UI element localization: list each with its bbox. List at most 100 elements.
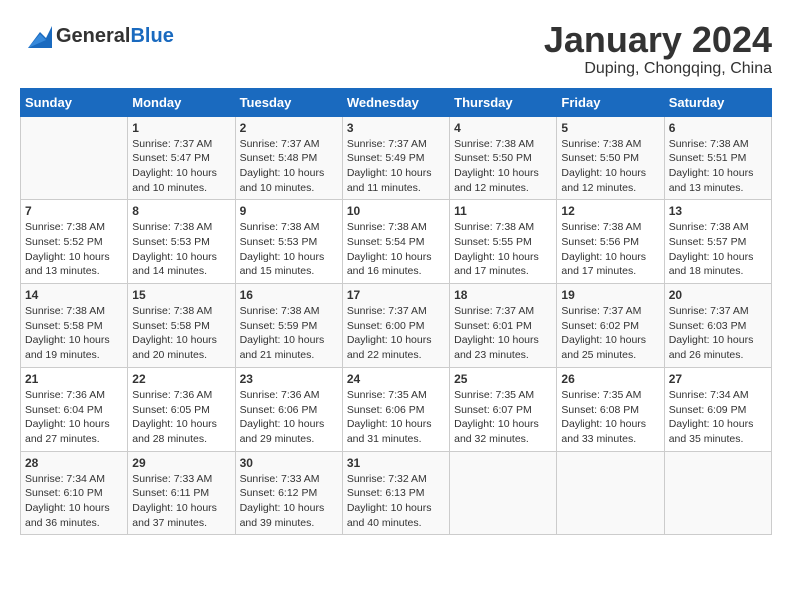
col-thursday: Thursday (450, 88, 557, 116)
day-number: 29 (132, 456, 230, 470)
calendar-cell-w2-d1: 8 Sunrise: 7:38 AMSunset: 5:53 PMDaylight… (128, 200, 235, 284)
day-info: Sunrise: 7:38 AMSunset: 5:51 PMDaylight:… (669, 137, 767, 196)
calendar-cell-w3-d5: 19 Sunrise: 7:37 AMSunset: 6:02 PMDayligh… (557, 284, 664, 368)
day-info: Sunrise: 7:38 AMSunset: 5:58 PMDaylight:… (132, 304, 230, 363)
col-sunday: Sunday (21, 88, 128, 116)
day-number: 26 (561, 372, 659, 386)
day-number: 9 (240, 204, 338, 218)
day-info: Sunrise: 7:33 AMSunset: 6:11 PMDaylight:… (132, 472, 230, 531)
page-header: GeneralBlue January 2024 Duping, Chongqi… (20, 20, 772, 78)
day-info: Sunrise: 7:35 AMSunset: 6:06 PMDaylight:… (347, 388, 445, 447)
day-number: 15 (132, 288, 230, 302)
day-number: 19 (561, 288, 659, 302)
calendar-cell-w4-d6: 27Sunrise: 7:34 AMSunset: 6:09 PMDayligh… (664, 367, 771, 451)
day-number: 25 (454, 372, 552, 386)
day-number: 6 (669, 121, 767, 135)
calendar-cell-w3-d1: 15 Sunrise: 7:38 AMSunset: 5:58 PMDayligh… (128, 284, 235, 368)
col-tuesday: Tuesday (235, 88, 342, 116)
calendar-cell-w4-d2: 23Sunrise: 7:36 AMSunset: 6:06 PMDayligh… (235, 367, 342, 451)
col-friday: Friday (557, 88, 664, 116)
logo: GeneralBlue (20, 20, 174, 52)
day-number: 12 (561, 204, 659, 218)
calendar-cell-w2-d0: 7 Sunrise: 7:38 AMSunset: 5:52 PMDaylight… (21, 200, 128, 284)
calendar-cell-w4-d4: 25 Sunrise: 7:35 AMSunset: 6:07 PMDayligh… (450, 367, 557, 451)
calendar-cell-w5-d2: 30 Sunrise: 7:33 AMSunset: 6:12 PMDayligh… (235, 451, 342, 535)
day-info: Sunrise: 7:33 AMSunset: 6:12 PMDaylight:… (240, 472, 338, 531)
day-info: Sunrise: 7:36 AMSunset: 6:06 PMDaylight:… (240, 388, 338, 447)
day-number: 3 (347, 121, 445, 135)
calendar-cell-w1-d4: 4Sunrise: 7:38 AMSunset: 5:50 PMDaylight… (450, 116, 557, 200)
calendar-cell-w2-d6: 13 Sunrise: 7:38 AMSunset: 5:57 PMDayligh… (664, 200, 771, 284)
calendar-cell-w1-d0 (21, 116, 128, 200)
calendar-cell-w3-d2: 16Sunrise: 7:38 AMSunset: 5:59 PMDayligh… (235, 284, 342, 368)
calendar-cell-w1-d2: 2Sunrise: 7:37 AMSunset: 5:48 PMDaylight… (235, 116, 342, 200)
day-info: Sunrise: 7:35 AMSunset: 6:08 PMDaylight:… (561, 388, 659, 447)
day-info: Sunrise: 7:37 AMSunset: 6:02 PMDaylight:… (561, 304, 659, 363)
calendar-cell-w2-d2: 9Sunrise: 7:38 AMSunset: 5:53 PMDaylight… (235, 200, 342, 284)
day-info: Sunrise: 7:35 AMSunset: 6:07 PMDaylight:… (454, 388, 552, 447)
day-number: 14 (25, 288, 123, 302)
day-info: Sunrise: 7:38 AMSunset: 5:50 PMDaylight:… (561, 137, 659, 196)
day-number: 1 (132, 121, 230, 135)
calendar-cell-w3-d6: 20Sunrise: 7:37 AMSunset: 6:03 PMDayligh… (664, 284, 771, 368)
day-info: Sunrise: 7:37 AMSunset: 5:47 PMDaylight:… (132, 137, 230, 196)
day-info: Sunrise: 7:36 AMSunset: 6:04 PMDaylight:… (25, 388, 123, 447)
day-info: Sunrise: 7:34 AMSunset: 6:10 PMDaylight:… (25, 472, 123, 531)
day-number: 22 (132, 372, 230, 386)
calendar-cell-w1-d5: 5 Sunrise: 7:38 AMSunset: 5:50 PMDaylight… (557, 116, 664, 200)
day-info: Sunrise: 7:36 AMSunset: 6:05 PMDaylight:… (132, 388, 230, 447)
day-info: Sunrise: 7:32 AMSunset: 6:13 PMDaylight:… (347, 472, 445, 531)
day-info: Sunrise: 7:38 AMSunset: 5:52 PMDaylight:… (25, 220, 123, 279)
calendar-cell-w4-d1: 22 Sunrise: 7:36 AMSunset: 6:05 PMDayligh… (128, 367, 235, 451)
col-wednesday: Wednesday (342, 88, 449, 116)
day-info: Sunrise: 7:38 AMSunset: 5:55 PMDaylight:… (454, 220, 552, 279)
calendar-week-3: 14 Sunrise: 7:38 AMSunset: 5:58 PMDayligh… (21, 284, 772, 368)
day-number: 30 (240, 456, 338, 470)
calendar-cell-w5-d3: 31 Sunrise: 7:32 AMSunset: 6:13 PMDayligh… (342, 451, 449, 535)
day-number: 16 (240, 288, 338, 302)
calendar-subtitle: Duping, Chongqing, China (544, 60, 772, 78)
day-number: 18 (454, 288, 552, 302)
day-info: Sunrise: 7:38 AMSunset: 5:58 PMDaylight:… (25, 304, 123, 363)
day-number: 31 (347, 456, 445, 470)
calendar-cell-w2-d3: 10Sunrise: 7:38 AMSunset: 5:54 PMDayligh… (342, 200, 449, 284)
calendar-week-1: 1 Sunrise: 7:37 AMSunset: 5:47 PMDaylight… (21, 116, 772, 200)
calendar-cell-w1-d3: 3 Sunrise: 7:37 AMSunset: 5:49 PMDaylight… (342, 116, 449, 200)
day-number: 8 (132, 204, 230, 218)
calendar-cell-w3-d4: 18 Sunrise: 7:37 AMSunset: 6:01 PMDayligh… (450, 284, 557, 368)
day-info: Sunrise: 7:37 AMSunset: 6:00 PMDaylight:… (347, 304, 445, 363)
calendar-cell-w3-d3: 17 Sunrise: 7:37 AMSunset: 6:00 PMDayligh… (342, 284, 449, 368)
calendar-cell-w5-d5 (557, 451, 664, 535)
title-block: January 2024 Duping, Chongqing, China (544, 20, 772, 78)
day-info: Sunrise: 7:37 AMSunset: 6:03 PMDaylight:… (669, 304, 767, 363)
logo-blue: Blue (130, 25, 173, 47)
calendar-cell-w5-d6 (664, 451, 771, 535)
day-info: Sunrise: 7:38 AMSunset: 5:53 PMDaylight:… (132, 220, 230, 279)
day-number: 28 (25, 456, 123, 470)
day-info: Sunrise: 7:38 AMSunset: 5:54 PMDaylight:… (347, 220, 445, 279)
day-info: Sunrise: 7:38 AMSunset: 5:50 PMDaylight:… (454, 137, 552, 196)
calendar-cell-w5-d4 (450, 451, 557, 535)
day-number: 13 (669, 204, 767, 218)
calendar-cell-w4-d5: 26 Sunrise: 7:35 AMSunset: 6:08 PMDayligh… (557, 367, 664, 451)
calendar-cell-w4-d3: 24Sunrise: 7:35 AMSunset: 6:06 PMDayligh… (342, 367, 449, 451)
day-number: 7 (25, 204, 123, 218)
day-number: 17 (347, 288, 445, 302)
calendar-table: Sunday Monday Tuesday Wednesday Thursday… (20, 88, 772, 536)
day-number: 21 (25, 372, 123, 386)
calendar-cell-w5-d1: 29 Sunrise: 7:33 AMSunset: 6:11 PMDayligh… (128, 451, 235, 535)
col-saturday: Saturday (664, 88, 771, 116)
logo-icon (20, 20, 52, 52)
calendar-title: January 2024 (544, 20, 772, 60)
day-number: 5 (561, 121, 659, 135)
calendar-cell-w3-d0: 14 Sunrise: 7:38 AMSunset: 5:58 PMDayligh… (21, 284, 128, 368)
day-info: Sunrise: 7:37 AMSunset: 5:48 PMDaylight:… (240, 137, 338, 196)
day-info: Sunrise: 7:38 AMSunset: 5:56 PMDaylight:… (561, 220, 659, 279)
calendar-cell-w5-d0: 28 Sunrise: 7:34 AMSunset: 6:10 PMDayligh… (21, 451, 128, 535)
calendar-cell-w2-d4: 11Sunrise: 7:38 AMSunset: 5:55 PMDayligh… (450, 200, 557, 284)
calendar-cell-w2-d5: 12 Sunrise: 7:38 AMSunset: 5:56 PMDayligh… (557, 200, 664, 284)
day-number: 27 (669, 372, 767, 386)
day-info: Sunrise: 7:37 AMSunset: 6:01 PMDaylight:… (454, 304, 552, 363)
day-info: Sunrise: 7:37 AMSunset: 5:49 PMDaylight:… (347, 137, 445, 196)
day-info: Sunrise: 7:38 AMSunset: 5:57 PMDaylight:… (669, 220, 767, 279)
